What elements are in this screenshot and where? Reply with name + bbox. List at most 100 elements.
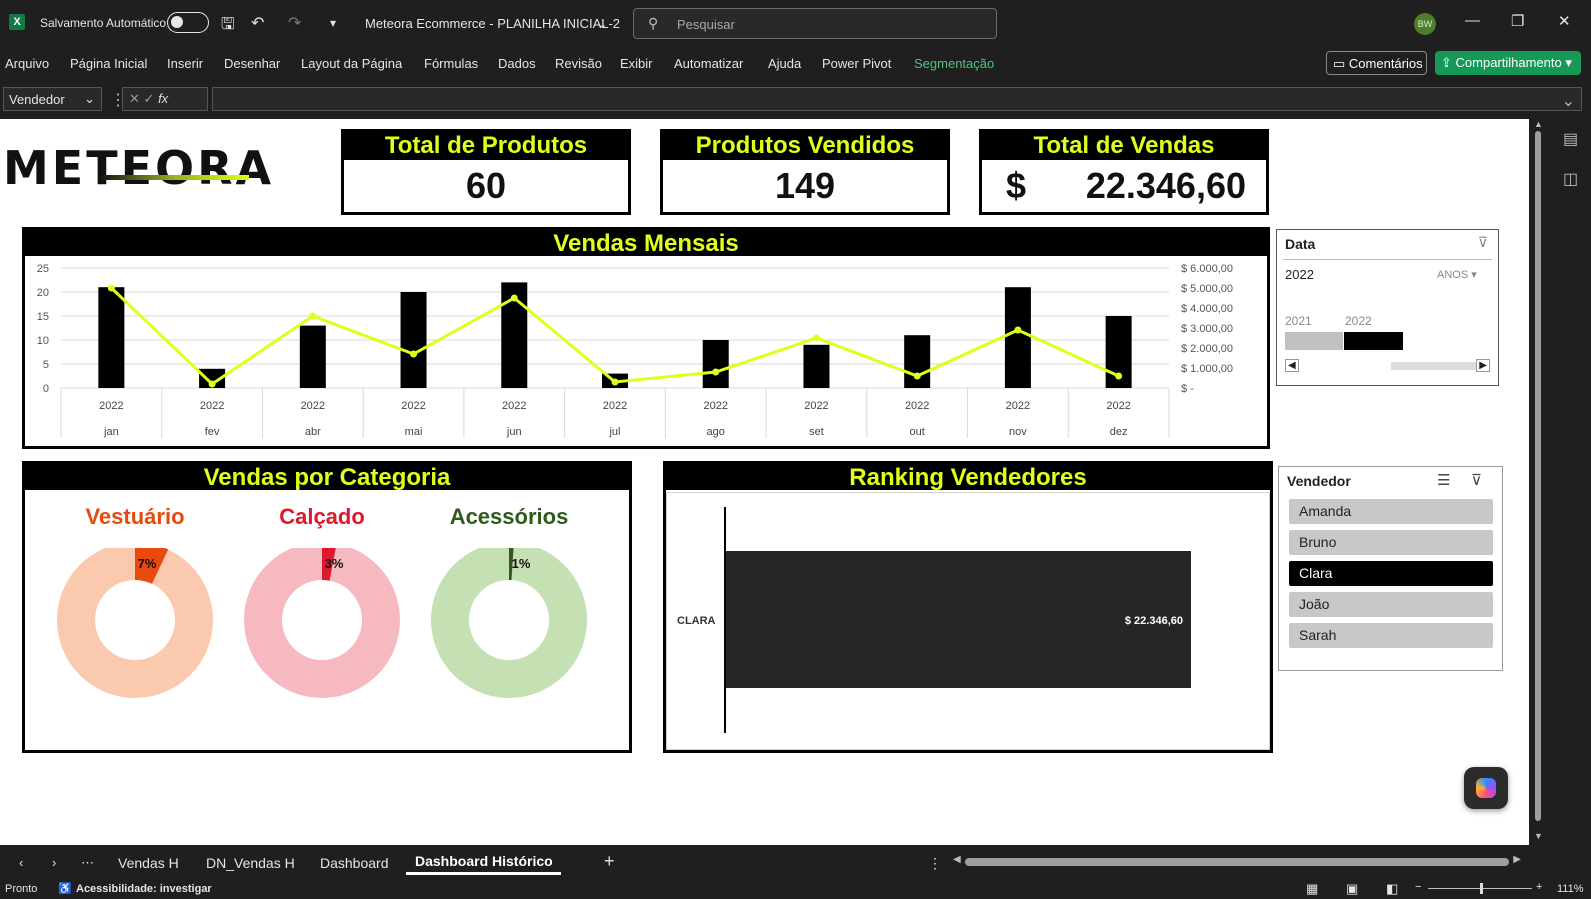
scroll-right-icon[interactable]: ▶	[1476, 359, 1490, 372]
cancel-icon[interactable]: ✕	[129, 91, 140, 106]
x-tick-month: out	[910, 426, 925, 438]
next-sheet-icon[interactable]: ›	[52, 855, 56, 870]
selection-handle[interactable]	[1272, 460, 1276, 464]
more-options-icon[interactable]: ⋮	[928, 855, 942, 872]
prev-sheet-icon[interactable]: ‹	[19, 855, 23, 870]
comments-button[interactable]: ▭ Comentários	[1326, 51, 1427, 75]
accessibility-icon[interactable]: ♿	[58, 882, 72, 895]
add-sheet-icon[interactable]: +	[604, 851, 615, 872]
slicer-level-dropdown[interactable]: ANOS ▾	[1437, 268, 1477, 281]
fx-icon[interactable]: fx	[158, 91, 168, 106]
formula-input[interactable]: ⌄	[212, 87, 1582, 111]
bar-mai	[400, 292, 427, 388]
scroll-up-icon[interactable]: ▲	[1534, 119, 1543, 129]
undo-icon[interactable]: ↶	[251, 13, 264, 33]
y-tick-label: 5	[43, 359, 49, 371]
search-box[interactable]: ⚲ Pesquisar	[633, 8, 997, 39]
restore-icon[interactable]: ❐	[1511, 12, 1524, 30]
menu-segmentacao[interactable]: Segmentação	[914, 56, 994, 71]
user-avatar[interactable]: BW	[1414, 13, 1436, 35]
format-pane-icon[interactable]: ▤	[1563, 129, 1578, 149]
slicer-title: Data	[1285, 236, 1316, 252]
close-icon[interactable]: ✕	[1558, 12, 1571, 30]
zoom-level[interactable]: 111%	[1557, 883, 1584, 895]
revenue-point	[1014, 326, 1022, 334]
monthly-sales-chart[interactable]: 25 20 15 10 5 0 $ 6.000,00 $ 5.000,00 $ 4.000,00…	[25, 258, 1267, 448]
menu-layout-da-pagina[interactable]: Layout da Página	[301, 56, 402, 71]
menu-formulas[interactable]: Fórmulas	[424, 56, 478, 71]
layout-pane-icon[interactable]: ◫	[1563, 169, 1578, 189]
menu-ajuda[interactable]: Ajuda	[768, 56, 801, 71]
horizontal-scrollbar[interactable]: ◀ ▶	[953, 854, 1521, 869]
expand-icon[interactable]: ⌄	[1562, 91, 1575, 111]
clear-filter-icon[interactable]: ⊽	[1471, 471, 1482, 489]
revenue-point	[812, 334, 820, 342]
zoom-out-icon[interactable]: −	[1415, 881, 1421, 893]
worksheet[interactable]: METEORA Total de Produtos 60 Produtos Ve…	[0, 119, 1529, 845]
scroll-right-icon[interactable]: ▶	[1513, 854, 1521, 865]
menu-revisao[interactable]: Revisão	[555, 56, 602, 71]
vertical-scrollbar[interactable]: ▲ ▼	[1529, 119, 1547, 845]
scroll-left-icon[interactable]: ◀	[953, 854, 961, 865]
page-break-icon[interactable]: ◧	[1386, 881, 1398, 897]
timeline-scrollbar[interactable]: ◀ ▶	[1285, 359, 1490, 374]
tab-dashboard[interactable]: Dashboard	[320, 855, 389, 871]
copilot-button[interactable]	[1464, 767, 1508, 809]
multi-select-icon[interactable]: ☰	[1437, 471, 1450, 489]
enter-icon[interactable]: ✓	[144, 91, 155, 106]
share-button[interactable]: ⇪ Compartilhamento ▾	[1435, 51, 1581, 75]
autosave-toggle[interactable]	[167, 12, 209, 33]
document-title[interactable]: Meteora Ecommerce - PLANILHA INICIAL-2	[365, 16, 620, 31]
ranking-category-label: CLARA	[677, 615, 716, 627]
name-box[interactable]: Vendedor ⌄	[3, 87, 102, 111]
page-layout-icon[interactable]: ▣	[1346, 881, 1358, 897]
tab-dashboard-historico[interactable]: Dashboard Histórico	[406, 845, 561, 875]
menu-arquivo[interactable]: Arquivo	[5, 56, 49, 71]
vendedor-item-bruno[interactable]: Bruno	[1289, 530, 1493, 555]
y2-tick-label: $ 3.000,00	[1181, 323, 1233, 335]
menu-desenhar[interactable]: Desenhar	[224, 56, 280, 71]
vendedor-slicer[interactable]: Vendedor ☰ ⊽ Amanda Bruno Clara João Sar…	[1278, 466, 1503, 671]
timeline-scroll-thumb[interactable]	[1391, 362, 1476, 370]
vendedor-item-clara[interactable]: Clara	[1289, 561, 1493, 586]
x-tick-year: 2022	[502, 400, 526, 412]
scroll-down-icon[interactable]: ▼	[1534, 831, 1543, 841]
vendedor-item-joao[interactable]: João	[1289, 592, 1493, 617]
minimize-icon[interactable]: —	[1465, 12, 1480, 29]
timeline-bar-2021[interactable]	[1285, 332, 1343, 350]
normal-view-icon[interactable]: ▦	[1306, 881, 1318, 897]
timeline-bar-2022[interactable]	[1344, 332, 1403, 350]
customize-toolbar-icon[interactable]: ▾	[330, 16, 336, 30]
clear-filter-icon[interactable]: ⊽	[1478, 234, 1488, 251]
ranking-chart[interactable]: CLARA $ 22.346,60	[667, 493, 1269, 749]
vendedor-item-amanda[interactable]: Amanda	[1289, 499, 1493, 524]
tab-vendas-h[interactable]: Vendas H	[118, 855, 179, 871]
menu-inserir[interactable]: Inserir	[167, 56, 203, 71]
vendedor-item-sarah[interactable]: Sarah	[1289, 623, 1493, 648]
y2-tick-label: $ 6.000,00	[1181, 263, 1233, 275]
save-icon[interactable]: 🖫	[221, 13, 235, 40]
menu-automatizar[interactable]: Automatizar	[674, 56, 743, 71]
menu-power-pivot[interactable]: Power Pivot	[822, 56, 891, 71]
date-slicer[interactable]: Data ⊽ 2022 ANOS ▾ 2021 2022 ◀ ▶	[1276, 229, 1499, 386]
menu-exibir[interactable]: Exibir	[620, 56, 653, 71]
chevron-down-icon[interactable]: ⌄	[598, 18, 607, 31]
slicer-selected-value: 2022	[1285, 267, 1314, 282]
accessibility-status[interactable]: Acessibilidade: investigar	[76, 883, 212, 895]
category-donuts: 7% 3% 1%	[57, 548, 587, 698]
revenue-point	[208, 380, 216, 388]
zoom-slider[interactable]	[1428, 883, 1532, 894]
zoom-in-icon[interactable]: +	[1536, 881, 1542, 893]
redo-icon[interactable]: ↷	[288, 13, 301, 33]
x-tick-month: dez	[1110, 426, 1128, 438]
vertical-scroll-thumb[interactable]	[1535, 131, 1541, 821]
horizontal-scroll-thumb[interactable]	[965, 858, 1509, 866]
more-sheets-icon[interactable]: ⋯	[81, 855, 94, 871]
year-label-2022: 2022	[1345, 314, 1372, 328]
menu-pagina-inicial[interactable]: Página Inicial	[70, 56, 147, 71]
tab-dn-vendas-h[interactable]: DN_Vendas H	[206, 855, 295, 871]
menu-dados[interactable]: Dados	[498, 56, 536, 71]
scroll-left-icon[interactable]: ◀	[1285, 359, 1299, 372]
kpi-produtos-vendidos: Produtos Vendidos 149	[660, 129, 950, 215]
zoom-slider-thumb[interactable]	[1480, 883, 1483, 894]
